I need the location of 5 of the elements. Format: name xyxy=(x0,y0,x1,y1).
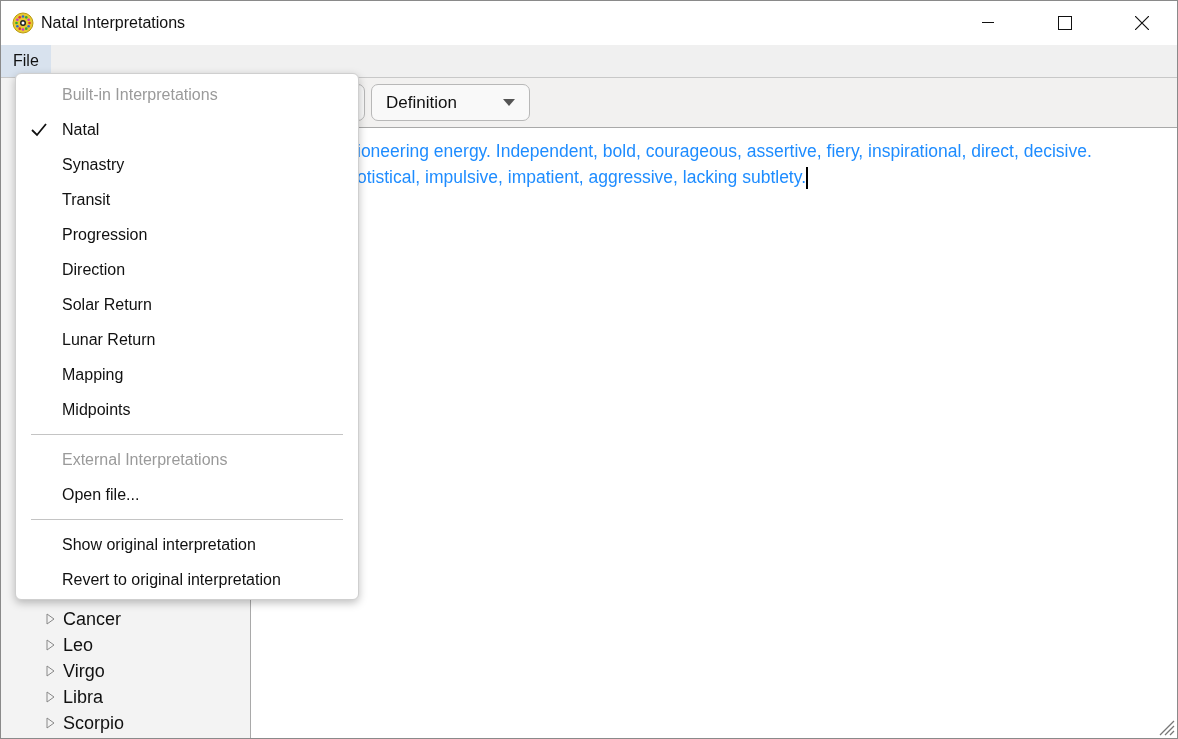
window-title: Natal Interpretations xyxy=(41,14,187,32)
editor-text: otistical, impulsive, impatient, aggressive, lacking subtlety. xyxy=(357,164,809,190)
menu-section-header: External Interpretations xyxy=(62,450,228,469)
menu-section-header: Built-in Interpretations xyxy=(62,85,218,104)
editor-text: ioneering energy. Independent, bold, courageous, assertive, fiery, inspirational, direct, decisive. xyxy=(357,140,1092,163)
